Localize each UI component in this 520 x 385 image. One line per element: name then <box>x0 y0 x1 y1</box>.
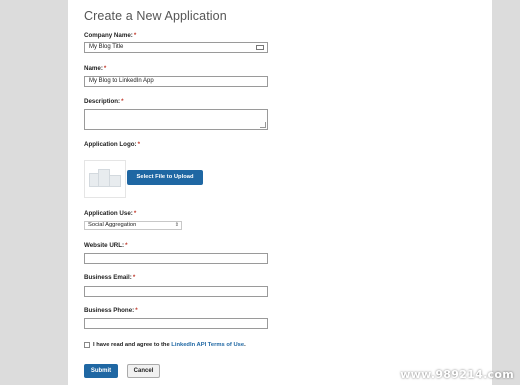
business-email-field[interactable] <box>84 286 268 297</box>
building-icon <box>109 175 121 187</box>
name-field[interactable]: My Blog to LinkedIn App <box>84 76 268 87</box>
description-textarea[interactable] <box>84 109 268 130</box>
cancel-button[interactable]: Cancel <box>127 364 160 378</box>
required-marker: * <box>125 242 128 249</box>
application-use-select[interactable]: Social Aggregation ⇕ <box>84 221 182 230</box>
website-url-label: Website URL:* <box>84 242 128 249</box>
required-marker: * <box>133 32 137 39</box>
resize-handle-icon[interactable] <box>260 122 266 128</box>
website-url-field[interactable] <box>84 253 268 264</box>
terms-text: I have read and agree to the LinkedIn AP… <box>93 342 246 348</box>
watermark-text: www.989214.com <box>400 368 514 381</box>
required-marker: * <box>132 274 136 281</box>
terms-checkbox[interactable] <box>84 342 90 348</box>
name-label: Name:* <box>84 65 107 72</box>
required-marker: * <box>133 210 137 217</box>
select-arrows-icon: ⇕ <box>174 222 179 228</box>
application-logo-label: Application Logo:* <box>84 141 141 148</box>
business-email-label: Business Email:* <box>84 274 136 281</box>
required-marker: * <box>121 98 124 105</box>
required-marker: * <box>137 141 141 148</box>
company-name-label: Company Name:* <box>84 32 137 39</box>
submit-button[interactable]: Submit <box>84 364 118 378</box>
business-phone-label: Business Phone:* <box>84 307 138 314</box>
terms-link[interactable]: LinkedIn API Terms of Use <box>171 342 244 348</box>
application-form-panel: Create a New Application Company Name:* … <box>68 0 492 385</box>
name-value: My Blog to LinkedIn App <box>89 78 154 84</box>
required-marker: * <box>135 307 138 314</box>
business-phone-field[interactable] <box>84 318 268 329</box>
select-file-button[interactable]: Select File to Upload <box>127 170 203 185</box>
required-marker: * <box>103 65 107 72</box>
logo-placeholder-image <box>84 160 126 198</box>
company-name-value: My Blog Title <box>89 44 124 50</box>
company-name-field[interactable]: My Blog Title <box>84 42 268 53</box>
contact-card-icon <box>256 45 264 50</box>
application-use-label: Application Use:* <box>84 210 137 217</box>
description-label: Description:* <box>84 98 124 105</box>
page-title: Create a New Application <box>84 9 227 23</box>
